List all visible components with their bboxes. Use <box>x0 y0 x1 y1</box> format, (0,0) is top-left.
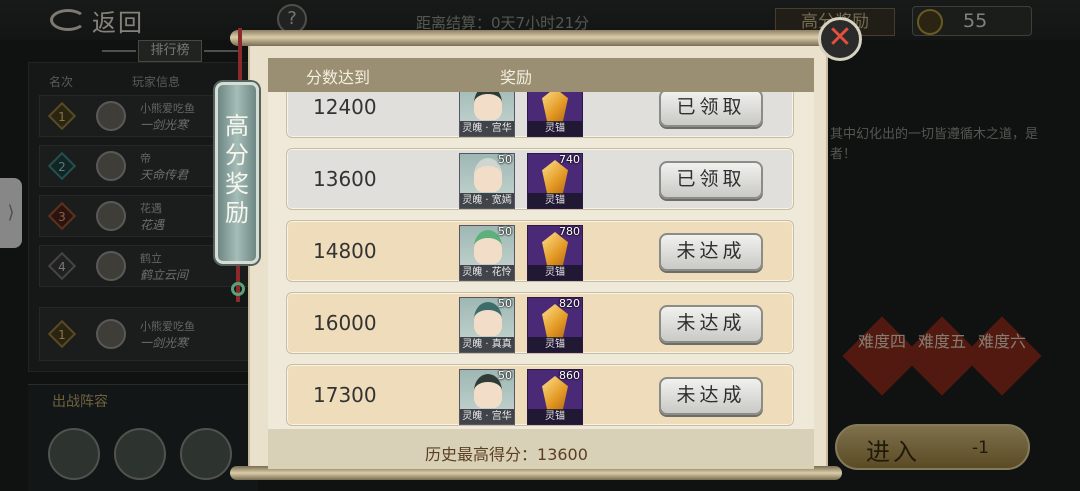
reward-row: 12400 灵魄 · 宫华 灵锚 已领取 <box>286 92 794 138</box>
item-name: 灵魄 · 真真 <box>460 337 514 352</box>
item-name: 灵魄 · 宽嫣 <box>460 193 514 208</box>
reward-row: 16000 50 灵魄 · 真真 820 灵锚 未达成 <box>286 292 794 354</box>
reward-row: 14800 50 灵魄 · 花怜 780 灵锚 未达成 <box>286 220 794 282</box>
item-count: 860 <box>559 369 580 382</box>
soul-reward-item[interactable]: 灵魄 · 宫华 <box>459 92 515 137</box>
crystal-reward-item[interactable]: 860 灵锚 <box>527 369 583 425</box>
item-count: 50 <box>498 153 512 166</box>
item-name: 灵锚 <box>528 409 582 424</box>
crystal-reward-item[interactable]: 灵锚 <box>527 92 583 137</box>
crystal-reward-item[interactable]: 820 灵锚 <box>527 297 583 353</box>
crystal-icon <box>542 92 568 122</box>
best-score-value: 13600 <box>537 445 588 464</box>
close-x-icon[interactable]: ✕ <box>823 17 857 59</box>
item-count: 50 <box>498 225 512 238</box>
claimed-button[interactable]: 已领取 <box>659 161 763 199</box>
best-score: 历史最高得分：13600 <box>425 441 588 465</box>
soul-reward-item[interactable]: 50 灵魄 · 花怜 <box>459 225 515 281</box>
reward-row: 13600 50 灵魄 · 宽嫣 740 灵锚 已领取 <box>286 148 794 210</box>
soul-reward-item[interactable]: 50 灵魄 · 宽嫣 <box>459 153 515 209</box>
item-count: 50 <box>498 369 512 382</box>
item-name: 灵锚 <box>528 265 582 280</box>
reward-row: 17300 50 灵魄 · 宫华 860 灵锚 未达成 <box>286 364 794 426</box>
score-threshold: 12400 <box>313 95 377 119</box>
score-threshold: 17300 <box>313 383 377 407</box>
best-score-label: 历史最高得分： <box>425 445 538 464</box>
score-threshold: 16000 <box>313 311 377 335</box>
score-threshold: 14800 <box>313 239 377 263</box>
not-reached-button[interactable]: 未达成 <box>659 233 763 271</box>
item-count: 780 <box>559 225 580 238</box>
item-name: 灵锚 <box>528 337 582 352</box>
item-count: 50 <box>498 297 512 310</box>
item-count: 740 <box>559 153 580 166</box>
not-reached-button[interactable]: 未达成 <box>659 377 763 415</box>
soul-portrait-icon <box>474 92 502 120</box>
soul-reward-item[interactable]: 50 灵魄 · 宫华 <box>459 369 515 425</box>
item-name: 灵魄 · 宫华 <box>460 409 514 424</box>
banner-title: 高分奖励 <box>225 112 249 227</box>
item-name: 灵锚 <box>528 121 582 136</box>
reward-list[interactable]: 12400 灵魄 · 宫华 灵锚 已领取 13600 50 灵魄 · 宽嫣 74… <box>268 92 814 429</box>
scroll-rod-top <box>230 30 842 46</box>
item-count: 820 <box>559 297 580 310</box>
soul-reward-item[interactable]: 50 灵魄 · 真真 <box>459 297 515 353</box>
not-reached-button[interactable]: 未达成 <box>659 305 763 343</box>
score-threshold: 13600 <box>313 167 377 191</box>
jade-knot-icon <box>231 282 245 296</box>
item-name: 灵魄 · 花怜 <box>460 265 514 280</box>
claimed-button[interactable]: 已领取 <box>659 92 763 127</box>
reward-column-header: 奖励 <box>500 68 533 87</box>
crystal-reward-item[interactable]: 740 灵锚 <box>527 153 583 209</box>
item-name: 灵锚 <box>528 193 582 208</box>
item-name: 灵魄 · 宫华 <box>460 121 514 136</box>
crystal-reward-item[interactable]: 780 灵锚 <box>527 225 583 281</box>
score-column-header: 分数达到 <box>306 68 371 87</box>
